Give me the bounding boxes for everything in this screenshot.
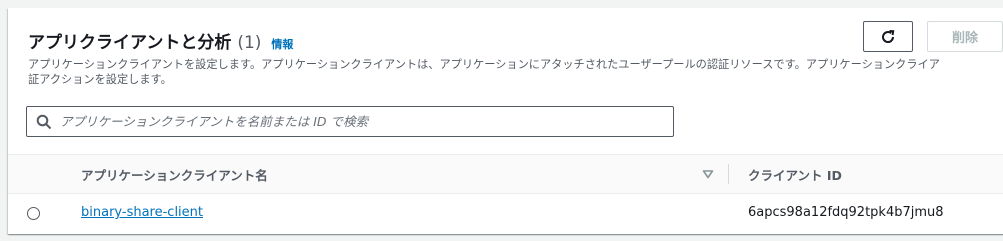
delete-button-label: 削除 <box>951 31 978 46</box>
description-line-2: 証アクションを設定します。 <box>28 73 172 86</box>
refresh-button[interactable] <box>863 21 913 52</box>
panel-description: アプリケーションクライアントを設定します。アプリケーションクライアントは、アプリ… <box>28 57 1003 87</box>
panel-header: アプリクライアントと分析 (1) 情報 <box>28 28 293 53</box>
table-row: binary-share-client 6apcs98a12fdq92tpk4b… <box>8 194 1003 234</box>
client-name-link[interactable]: binary-share-client <box>81 205 203 220</box>
column-header-client-name[interactable]: アプリケーションクライアント名 <box>81 155 268 193</box>
table-header: アプリケーションクライアント名 クライアント ID <box>8 154 1003 194</box>
description-line-1: アプリケーションクライアントを設定します。アプリケーションクライアントは、アプリ… <box>28 58 940 71</box>
search-box <box>26 106 674 137</box>
refresh-icon <box>880 29 896 45</box>
client-count: (1) <box>237 33 262 53</box>
sort-down-icon[interactable] <box>702 169 714 179</box>
page-title: アプリクライアントと分析 <box>28 33 232 53</box>
info-link[interactable]: 情報 <box>271 36 293 52</box>
client-id-value: 6apcs98a12fdq92tpk4b7jmu8 <box>748 205 944 220</box>
column-header-client-id: クライアント ID <box>748 167 842 183</box>
search-icon <box>36 114 52 130</box>
column-divider[interactable] <box>728 164 729 184</box>
search-input[interactable] <box>60 114 650 129</box>
app-clients-panel: アプリクライアントと分析 (1) 情報 アプリケーションクライアントを設定します… <box>8 8 1003 234</box>
row-select-radio[interactable] <box>27 207 40 220</box>
delete-button[interactable]: 削除 <box>927 21 1003 52</box>
